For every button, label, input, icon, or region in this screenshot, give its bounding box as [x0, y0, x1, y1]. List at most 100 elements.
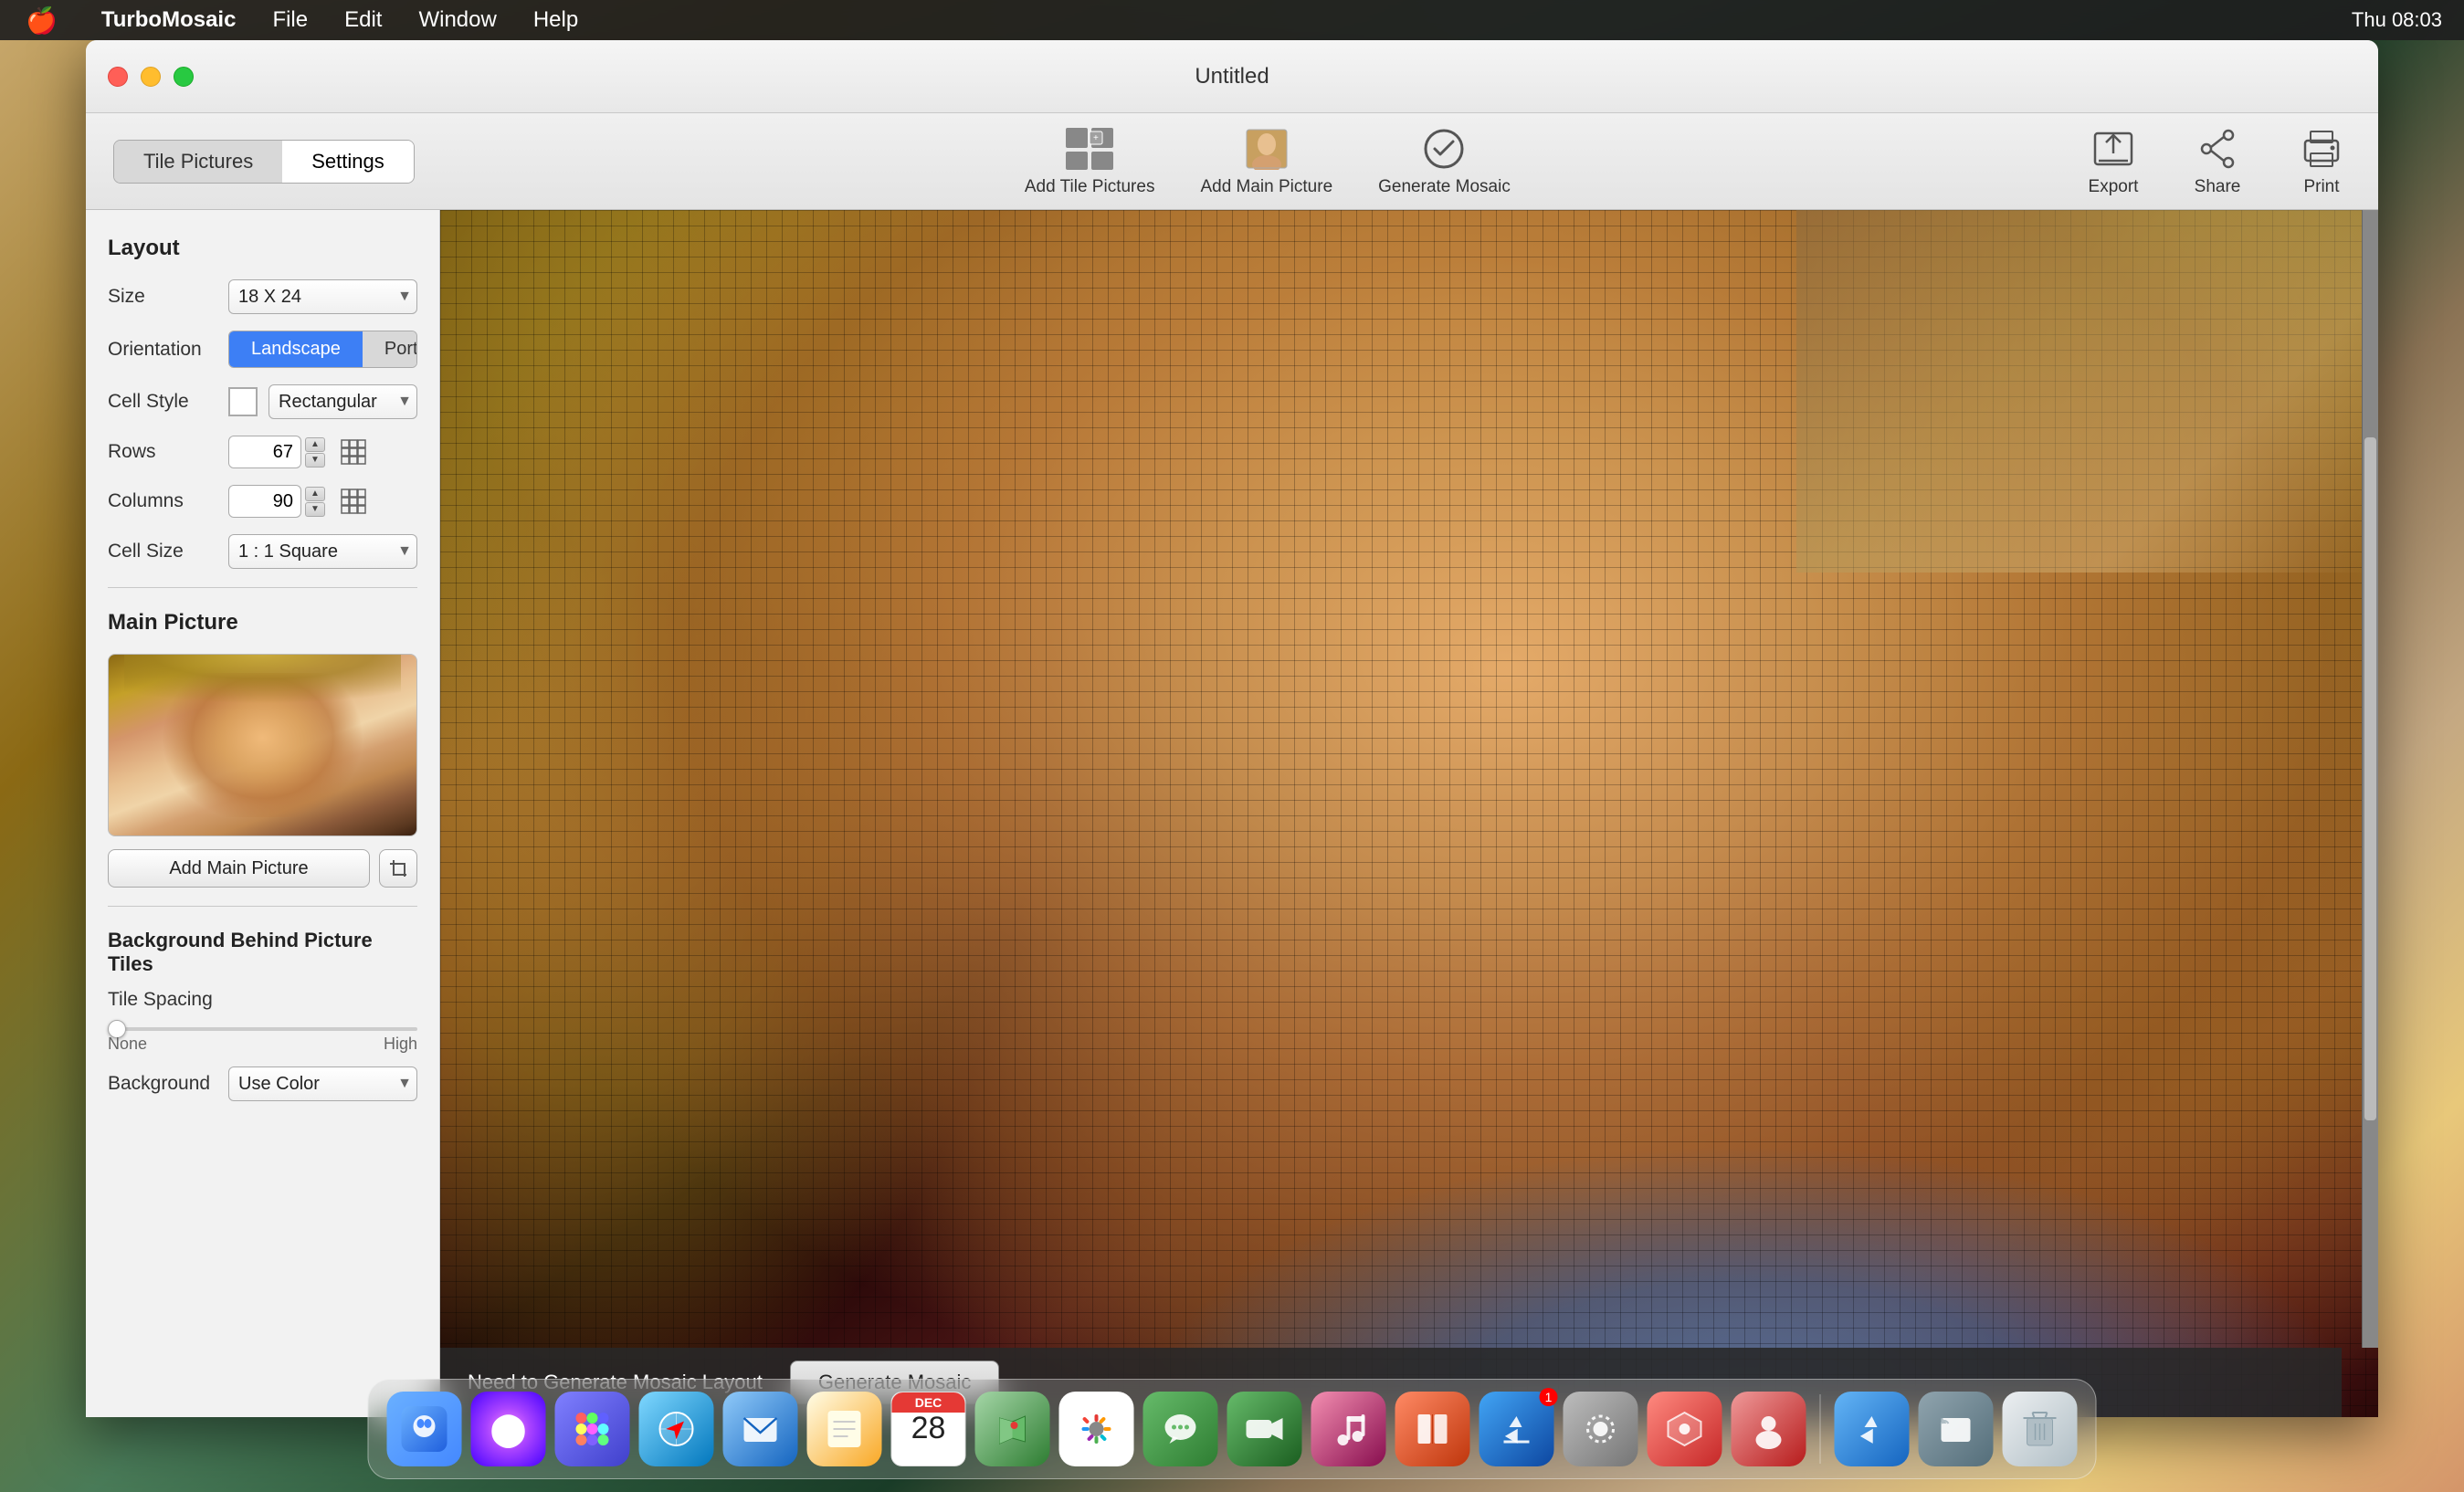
background-label: Background — [108, 1073, 217, 1095]
title-bar: Untitled — [86, 40, 2378, 113]
tab-settings[interactable]: Settings — [282, 141, 414, 183]
cell-style-label: Cell Style — [108, 391, 217, 413]
window-title: Untitled — [1195, 64, 1269, 89]
add-main-picture-button[interactable]: Add Main Picture — [108, 849, 370, 888]
rows-stepper: ▲ ▼ — [305, 437, 325, 468]
menu-help[interactable]: Help — [515, 7, 596, 33]
divider-1 — [108, 587, 417, 588]
cell-size-row: Cell Size 1 : 1 Square ▼ — [108, 534, 417, 569]
dock-maps[interactable] — [975, 1392, 1050, 1466]
dock-launchpad[interactable] — [555, 1392, 630, 1466]
dock-notes[interactable] — [807, 1392, 882, 1466]
add-tile-pictures-tool[interactable]: + Add Tile Pictures — [1025, 126, 1155, 197]
slider-min-label: None — [108, 1035, 147, 1054]
print-tool[interactable]: Print — [2292, 126, 2351, 197]
mosaic-background — [440, 210, 2378, 1417]
columns-field-wrapper: ▲ ▼ — [228, 485, 325, 518]
fullscreen-button[interactable] — [174, 67, 194, 87]
rows-grid-icon[interactable] — [340, 438, 367, 466]
tile-spacing-slider[interactable] — [108, 1027, 417, 1031]
cell-style-select-wrapper: Rectangular ▼ — [269, 384, 417, 419]
columns-input[interactable] — [228, 485, 301, 518]
cell-style-row: Cell Style Rectangular ▼ — [108, 384, 417, 419]
menu-edit[interactable]: Edit — [326, 7, 400, 33]
columns-decrement[interactable]: ▼ — [305, 502, 325, 517]
tab-tile-pictures[interactable]: Tile Pictures — [114, 141, 282, 183]
crop-button[interactable] — [379, 849, 417, 888]
close-button[interactable] — [108, 67, 128, 87]
dock-pixelmator[interactable] — [1648, 1392, 1722, 1466]
main-picture-title: Main Picture — [108, 610, 417, 636]
portrait-preview-image — [109, 655, 416, 835]
dock-appstore[interactable]: 1 — [1479, 1392, 1554, 1466]
left-panel: Layout Size 18 X 24 ▼ Orientation Landsc… — [86, 210, 440, 1417]
orientation-label: Orientation — [108, 339, 217, 361]
menu-window[interactable]: Window — [400, 7, 514, 33]
dock-music[interactable] — [1311, 1392, 1386, 1466]
rows-input[interactable] — [228, 436, 301, 468]
dock-siri[interactable]: ⬤ — [471, 1392, 546, 1466]
size-select-wrapper: 18 X 24 ▼ — [228, 279, 417, 314]
portrait-button[interactable]: Portrait — [363, 331, 417, 367]
minimize-button[interactable] — [141, 67, 161, 87]
orientation-row: Orientation Landscape Portrait — [108, 331, 417, 368]
menu-file[interactable]: File — [254, 7, 326, 33]
share-label: Share — [2195, 177, 2241, 197]
background-select[interactable]: Use Color — [228, 1066, 417, 1101]
columns-row: Columns ▲ ▼ — [108, 485, 417, 518]
appstore-badge: 1 — [1540, 1388, 1558, 1406]
landscape-button[interactable]: Landscape — [229, 331, 363, 367]
dock-mail[interactable] — [723, 1392, 798, 1466]
rows-field-wrapper: ▲ ▼ — [228, 436, 325, 468]
export-tool[interactable]: Export — [2084, 126, 2143, 197]
dock-trash[interactable] — [2003, 1392, 2078, 1466]
main-picture-icon — [1237, 126, 1296, 172]
dock-separator — [1820, 1394, 1821, 1464]
orientation-buttons: Landscape Portrait — [228, 331, 417, 368]
dock-facetime[interactable] — [1227, 1392, 1302, 1466]
dock-system-preferences[interactable] — [1564, 1392, 1638, 1466]
menu-turbomosaic[interactable]: TurboMosaic — [83, 7, 255, 33]
mountain-bg — [1796, 210, 2378, 573]
picture-actions: Add Main Picture — [108, 849, 417, 888]
cell-style-select[interactable]: Rectangular — [269, 384, 417, 419]
toolbar: Tile Pictures Settings + Add Tile Pictur… — [86, 113, 2378, 210]
dock-finder[interactable] — [387, 1392, 462, 1466]
share-tool[interactable]: Share — [2188, 126, 2247, 197]
apple-menu[interactable]: 🍎 — [0, 5, 83, 36]
background-row: Background Use Color ▼ — [108, 1066, 417, 1101]
cell-size-select[interactable]: 1 : 1 Square — [228, 534, 417, 569]
dock-messages[interactable] — [1143, 1392, 1218, 1466]
scroll-thumb[interactable] — [2364, 437, 2376, 1120]
dock-safari[interactable] — [639, 1392, 714, 1466]
columns-increment[interactable]: ▲ — [305, 487, 325, 501]
dock-photos[interactable] — [1059, 1392, 1134, 1466]
scrollbar[interactable] — [2362, 210, 2378, 1348]
rows-decrement[interactable]: ▼ — [305, 453, 325, 468]
svg-text:+: + — [1093, 133, 1099, 143]
preview-area: Need to Generate Mosaic Layout Generate … — [440, 210, 2378, 1417]
divider-2 — [108, 906, 417, 907]
dock-calendar[interactable]: DEC 28 — [891, 1392, 966, 1466]
columns-label: Columns — [108, 490, 217, 512]
dock-files[interactable] — [1919, 1392, 1994, 1466]
size-select[interactable]: 18 X 24 — [228, 279, 417, 314]
tile-spacing-slider-container: None High — [108, 1027, 417, 1054]
menu-bar-right: Thu 08:03 — [2352, 8, 2464, 32]
dock-books[interactable] — [1395, 1392, 1470, 1466]
dock-appstore2[interactable] — [1835, 1392, 1910, 1466]
dock: ⬤ — [368, 1379, 2097, 1479]
columns-grid-icon[interactable] — [340, 488, 367, 515]
background-section-title: Background Behind Picture Tiles — [108, 929, 417, 976]
main-picture-section: Main Picture Add Main Picture — [108, 610, 417, 888]
generate-mosaic-icon — [1415, 126, 1473, 172]
rows-increment[interactable]: ▲ — [305, 437, 325, 452]
print-icon — [2292, 126, 2351, 172]
tile-spacing-row: Tile Spacing — [108, 989, 417, 1011]
dock-contacts[interactable] — [1732, 1392, 1806, 1466]
main-picture-preview — [108, 654, 417, 836]
add-main-picture-tool[interactable]: Add Main Picture — [1200, 126, 1332, 197]
cell-size-select-wrapper: 1 : 1 Square ▼ — [228, 534, 417, 569]
rows-row: Rows ▲ ▼ — [108, 436, 417, 468]
generate-mosaic-tool[interactable]: Generate Mosaic — [1378, 126, 1511, 197]
